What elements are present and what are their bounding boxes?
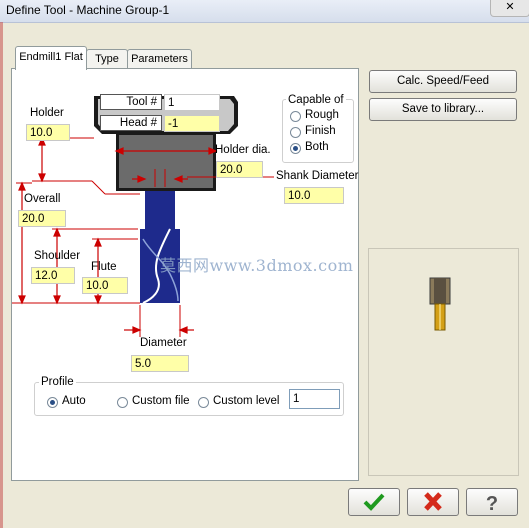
profile-custom-level-label: Custom level bbox=[213, 395, 280, 407]
tool-preview-icon bbox=[429, 277, 451, 331]
tool-preview bbox=[368, 248, 519, 476]
shank-diameter-input[interactable]: 10.0 bbox=[284, 187, 344, 204]
window-edge bbox=[0, 22, 3, 528]
capable-of-title: Capable of bbox=[286, 94, 346, 106]
shank-diameter-label: Shank Diameter bbox=[276, 170, 359, 182]
profile-auto-radio[interactable] bbox=[47, 397, 58, 408]
holder-dia-label: Holder dia. bbox=[215, 144, 271, 156]
both-label: Both bbox=[305, 141, 329, 153]
diameter-label: Diameter bbox=[140, 337, 187, 349]
cancel-button[interactable] bbox=[407, 488, 459, 516]
calc-speed-feed-button[interactable]: Calc. Speed/Feed bbox=[369, 70, 517, 93]
shank bbox=[145, 191, 175, 229]
cancel-x-icon bbox=[424, 492, 442, 511]
tab-type[interactable]: Type bbox=[86, 49, 128, 69]
window-title: Define Tool - Machine Group-1 bbox=[6, 3, 170, 17]
holder-dia-input[interactable]: 20.0 bbox=[216, 161, 263, 178]
overall-label: Overall bbox=[24, 193, 61, 205]
overall-length-input[interactable]: 20.0 bbox=[18, 210, 66, 227]
finish-label: Finish bbox=[305, 125, 336, 137]
both-radio[interactable] bbox=[290, 143, 301, 154]
tool-number-label: Tool # bbox=[100, 94, 162, 110]
tab-endmill1-flat[interactable]: Endmill1 Flat bbox=[15, 46, 87, 70]
help-button[interactable]: ? bbox=[466, 488, 518, 516]
svg-text:?: ? bbox=[486, 493, 498, 515]
flute-label: Flute bbox=[91, 261, 117, 273]
custom-level-input[interactable]: 1 bbox=[289, 389, 340, 409]
checkmark-icon bbox=[363, 493, 385, 511]
rough-label: Rough bbox=[305, 109, 339, 121]
shoulder-length-input[interactable]: 12.0 bbox=[31, 267, 75, 284]
rough-radio[interactable] bbox=[290, 111, 301, 122]
flute-length-input[interactable]: 10.0 bbox=[82, 277, 128, 294]
ok-button[interactable] bbox=[348, 488, 400, 516]
profile-custom-file-radio[interactable] bbox=[117, 397, 128, 408]
head-number-input[interactable]: -1 bbox=[164, 115, 220, 132]
tool-number-input[interactable]: 1 bbox=[164, 94, 220, 111]
holder-label: Holder bbox=[30, 107, 64, 119]
tab-parameters[interactable]: Parameters bbox=[127, 49, 192, 69]
profile-title: Profile bbox=[39, 376, 76, 388]
head-number-label: Head # bbox=[100, 115, 162, 131]
profile-auto-label: Auto bbox=[62, 395, 86, 407]
holder-length-input[interactable]: 10.0 bbox=[26, 124, 70, 141]
help-question-icon: ? bbox=[486, 493, 498, 515]
watermark-text: 莫西网www.3dmox.com bbox=[160, 256, 354, 275]
holder-body bbox=[119, 135, 213, 188]
shoulder-label: Shoulder bbox=[34, 250, 81, 262]
save-to-library-button[interactable]: Save to library... bbox=[369, 98, 517, 121]
finish-radio[interactable] bbox=[290, 127, 301, 138]
diameter-input[interactable]: 5.0 bbox=[131, 355, 189, 372]
close-button[interactable]: ✕ bbox=[490, 0, 529, 17]
profile-custom-file-label: Custom file bbox=[132, 395, 190, 407]
profile-custom-level-radio[interactable] bbox=[198, 397, 209, 408]
